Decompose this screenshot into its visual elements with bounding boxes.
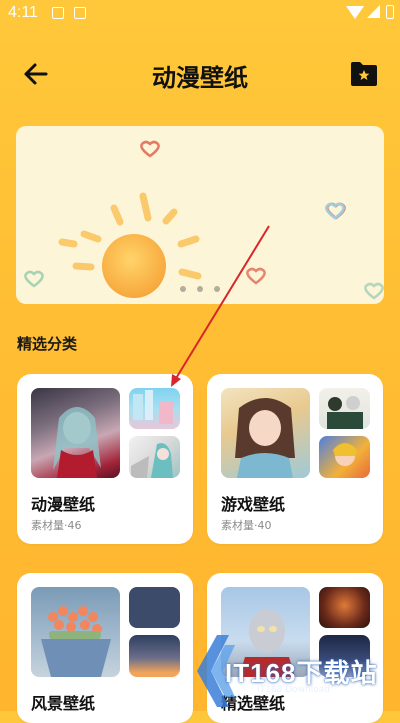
- watermark: IT168下载站 IT168 Download: [195, 625, 395, 711]
- folder-star-icon: [351, 62, 377, 86]
- gallery-icon: [52, 7, 64, 19]
- watermark-subtitle: IT168 Download: [257, 685, 330, 695]
- page-title: 动漫壁纸: [152, 64, 248, 92]
- carousel-indicator: [16, 277, 384, 296]
- game-thumb-1: [319, 388, 370, 429]
- featured-thumb-1: [319, 587, 370, 628]
- carousel-dot[interactable]: [179, 286, 186, 292]
- scenery-thumb-main: [31, 587, 120, 677]
- carousel-dot[interactable]: [197, 286, 203, 292]
- category-count: 素材量·40: [221, 519, 272, 532]
- anime-thumb-1: [129, 388, 180, 429]
- category-count: 素材量·46: [31, 519, 82, 532]
- heart-icon: [140, 140, 160, 158]
- battery-icon: [386, 5, 394, 19]
- category-name: 游戏壁纸: [221, 495, 286, 514]
- app-notification-icon: [74, 7, 86, 19]
- game-thumb-2: [319, 436, 370, 478]
- category-card-scenery[interactable]: 风景壁纸: [17, 573, 193, 723]
- carousel-dot[interactable]: [214, 286, 221, 292]
- favorites-folder-button[interactable]: [350, 61, 378, 87]
- banner-carousel[interactable]: [16, 126, 384, 304]
- status-time: 4:11: [8, 4, 38, 21]
- wifi-icon: [346, 6, 364, 19]
- anime-thumb-2: [129, 436, 180, 478]
- status-bar: 4:11: [0, 0, 400, 28]
- scenery-thumb-1: [129, 587, 180, 628]
- category-name: 风景壁纸: [31, 694, 96, 713]
- game-thumb-main: [221, 388, 310, 478]
- signal-icon: [367, 5, 380, 18]
- category-card-anime[interactable]: 动漫壁纸 素材量·46: [17, 374, 193, 544]
- section-title: 精选分类: [17, 335, 78, 353]
- category-card-game[interactable]: 游戏壁纸 素材量·40: [207, 374, 383, 544]
- scenery-thumb-2: [129, 635, 180, 677]
- category-name: 动漫壁纸: [31, 495, 96, 514]
- anime-thumb-main: [31, 388, 120, 478]
